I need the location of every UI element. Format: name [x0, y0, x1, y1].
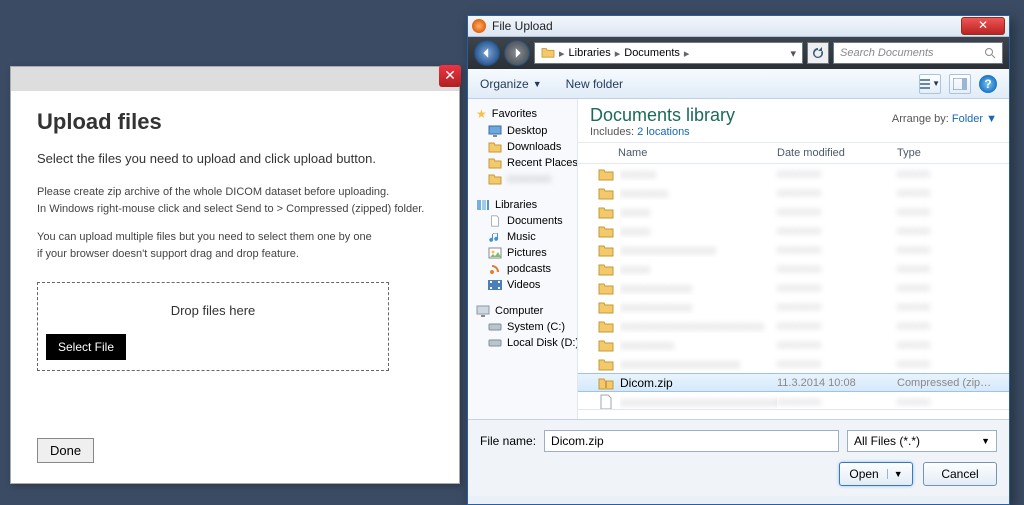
search-input[interactable]: Search Documents [833, 42, 1003, 64]
list-item[interactable]: xxxxxxxxxxxxxxxxxxx [578, 259, 1009, 278]
os-nav-bar: ▸ Libraries ▸ Documents ▸ ▾ Search Docum… [468, 37, 1009, 69]
columns-header[interactable]: Name Date modified Type [578, 143, 1009, 164]
cancel-button[interactable]: Cancel [923, 462, 997, 486]
os-toolbar: Organize▼ New folder ▼ ? [468, 69, 1009, 99]
list-item[interactable]: xxxxxxxxxxxxxxxxxxxxxxxxxxxxxxxxxxxxxxxx… [578, 392, 1009, 409]
nav-forward-button[interactable] [504, 40, 530, 66]
upload-dialog-header: ✕ [11, 67, 459, 91]
arrange-by[interactable]: Arrange by: Folder ▼ [892, 113, 997, 125]
sidebar-drive-d[interactable]: Local Disk (D:) [468, 335, 577, 351]
sidebar-libraries[interactable]: Libraries [468, 197, 577, 213]
os-window-title: File Upload [492, 19, 961, 33]
list-item[interactable]: xxxxxxxxxxxxxxxxxxx [578, 202, 1009, 221]
upload-close-button[interactable]: ✕ [439, 65, 461, 87]
os-sidebar: ★Favorites Desktop Downloads Recent Plac… [468, 99, 578, 419]
filename-input[interactable] [544, 430, 839, 452]
organize-menu[interactable]: Organize▼ [480, 77, 542, 91]
list-item-selected[interactable]: Dicom.zip 11.3.2014 10:08 Compressed (zi… [578, 373, 1009, 392]
file-upload-os-dialog: File Upload ✕ ▸ Libraries ▸ Documents ▸ … [467, 15, 1010, 505]
breadcrumb-seg-1[interactable]: Documents [624, 47, 680, 59]
file-filter[interactable]: All Files (*.*)▼ [847, 430, 997, 452]
list-item[interactable]: xxxxxxxxxxxxxxxxxxxxxxxxxxxxxxxxxxxxxx [578, 316, 1009, 335]
refresh-button[interactable] [807, 42, 829, 64]
nav-back-button[interactable] [474, 40, 500, 66]
upload-files-dialog: ✕ Upload files Select the files you need… [10, 66, 460, 484]
help-button[interactable]: ? [979, 75, 997, 93]
preview-pane-button[interactable] [949, 74, 971, 94]
breadcrumb-seg-0[interactable]: Libraries [569, 47, 611, 59]
breadcrumb[interactable]: ▸ Libraries ▸ Documents ▸ ▾ [534, 42, 803, 64]
file-type: Compressed (zip… [897, 377, 997, 389]
sidebar-recent[interactable]: Recent Places [468, 155, 577, 171]
drop-zone[interactable]: Drop files here Select File [37, 282, 389, 371]
col-name[interactable]: Name [618, 147, 777, 159]
filename-label: File name: [480, 434, 536, 448]
sidebar-computer[interactable]: Computer [468, 303, 577, 319]
list-item[interactable]: xxxxxxxxxxxxxxxxxxxxxxx [578, 335, 1009, 354]
search-placeholder: Search Documents [840, 47, 934, 59]
upload-title: Upload files [37, 109, 433, 135]
col-type[interactable]: Type [897, 147, 997, 159]
sidebar-drive-c[interactable]: System (C:) [468, 319, 577, 335]
list-item[interactable]: xxxxxxxxxxxxxxxxxxxxxxxxxxxxxx [578, 240, 1009, 259]
upload-note-2: You can upload multiple files but you ne… [37, 229, 433, 262]
view-mode-button[interactable]: ▼ [919, 74, 941, 94]
sidebar-desktop[interactable]: Desktop [468, 123, 577, 139]
done-button[interactable]: Done [37, 438, 94, 463]
upload-note-1: Please create zip archive of the whole D… [37, 184, 433, 217]
drop-zone-label: Drop files here [46, 297, 380, 334]
library-subtitle: Includes: 2 locations [590, 126, 997, 138]
select-file-button[interactable]: Select File [46, 334, 126, 360]
list-item[interactable]: xxxxxxxxxxxxxxxxxxxxxx [578, 183, 1009, 202]
folder-icon [541, 46, 555, 61]
os-footer: File name: All Files (*.*)▼ Open▼ Cancel [468, 419, 1009, 496]
sidebar-music[interactable]: Music [468, 229, 577, 245]
list-item[interactable]: xxxxxxxxxxxxxxxxxxxx [578, 164, 1009, 183]
file-date: 11.3.2014 10:08 [777, 377, 897, 389]
os-titlebar: File Upload ✕ [468, 16, 1009, 37]
firefox-icon [472, 19, 486, 33]
sidebar-documents[interactable]: Documents [468, 213, 577, 229]
open-button[interactable]: Open▼ [839, 462, 913, 486]
sidebar-favorites[interactable]: ★Favorites [468, 105, 577, 123]
new-folder-button[interactable]: New folder [566, 77, 623, 91]
col-date[interactable]: Date modified [777, 147, 897, 159]
list-item[interactable]: xxxxxxxxxxxxxxxxxxxxxxxxxx [578, 278, 1009, 297]
file-name: Dicom.zip [620, 376, 777, 390]
os-close-button[interactable]: ✕ [961, 17, 1005, 35]
sidebar-podcasts[interactable]: podcasts [468, 261, 577, 277]
sidebar-videos[interactable]: Videos [468, 277, 577, 293]
list-item[interactable]: xxxxxxxxxxxxxxxxxxx [578, 221, 1009, 240]
sidebar-downloads[interactable]: Downloads [468, 139, 577, 155]
list-item[interactable]: xxxxxxxxxxxxxxxxxxxxxxxxxx [578, 297, 1009, 316]
sidebar-pictures[interactable]: Pictures [468, 245, 577, 261]
locations-link[interactable]: 2 locations [637, 126, 690, 138]
zip-icon [598, 375, 614, 391]
file-list[interactable]: xxxxxxxxxxxxxxxxxxxx xxxxxxxxxxxxxxxxxxx… [578, 164, 1009, 409]
list-item[interactable]: xxxxxxxxxxxxxxxxxxxxxxxxxxxxxxxxxx [578, 354, 1009, 373]
os-content: Documents library Includes: 2 locations … [578, 99, 1009, 419]
upload-subtitle: Select the files you need to upload and … [37, 151, 433, 166]
